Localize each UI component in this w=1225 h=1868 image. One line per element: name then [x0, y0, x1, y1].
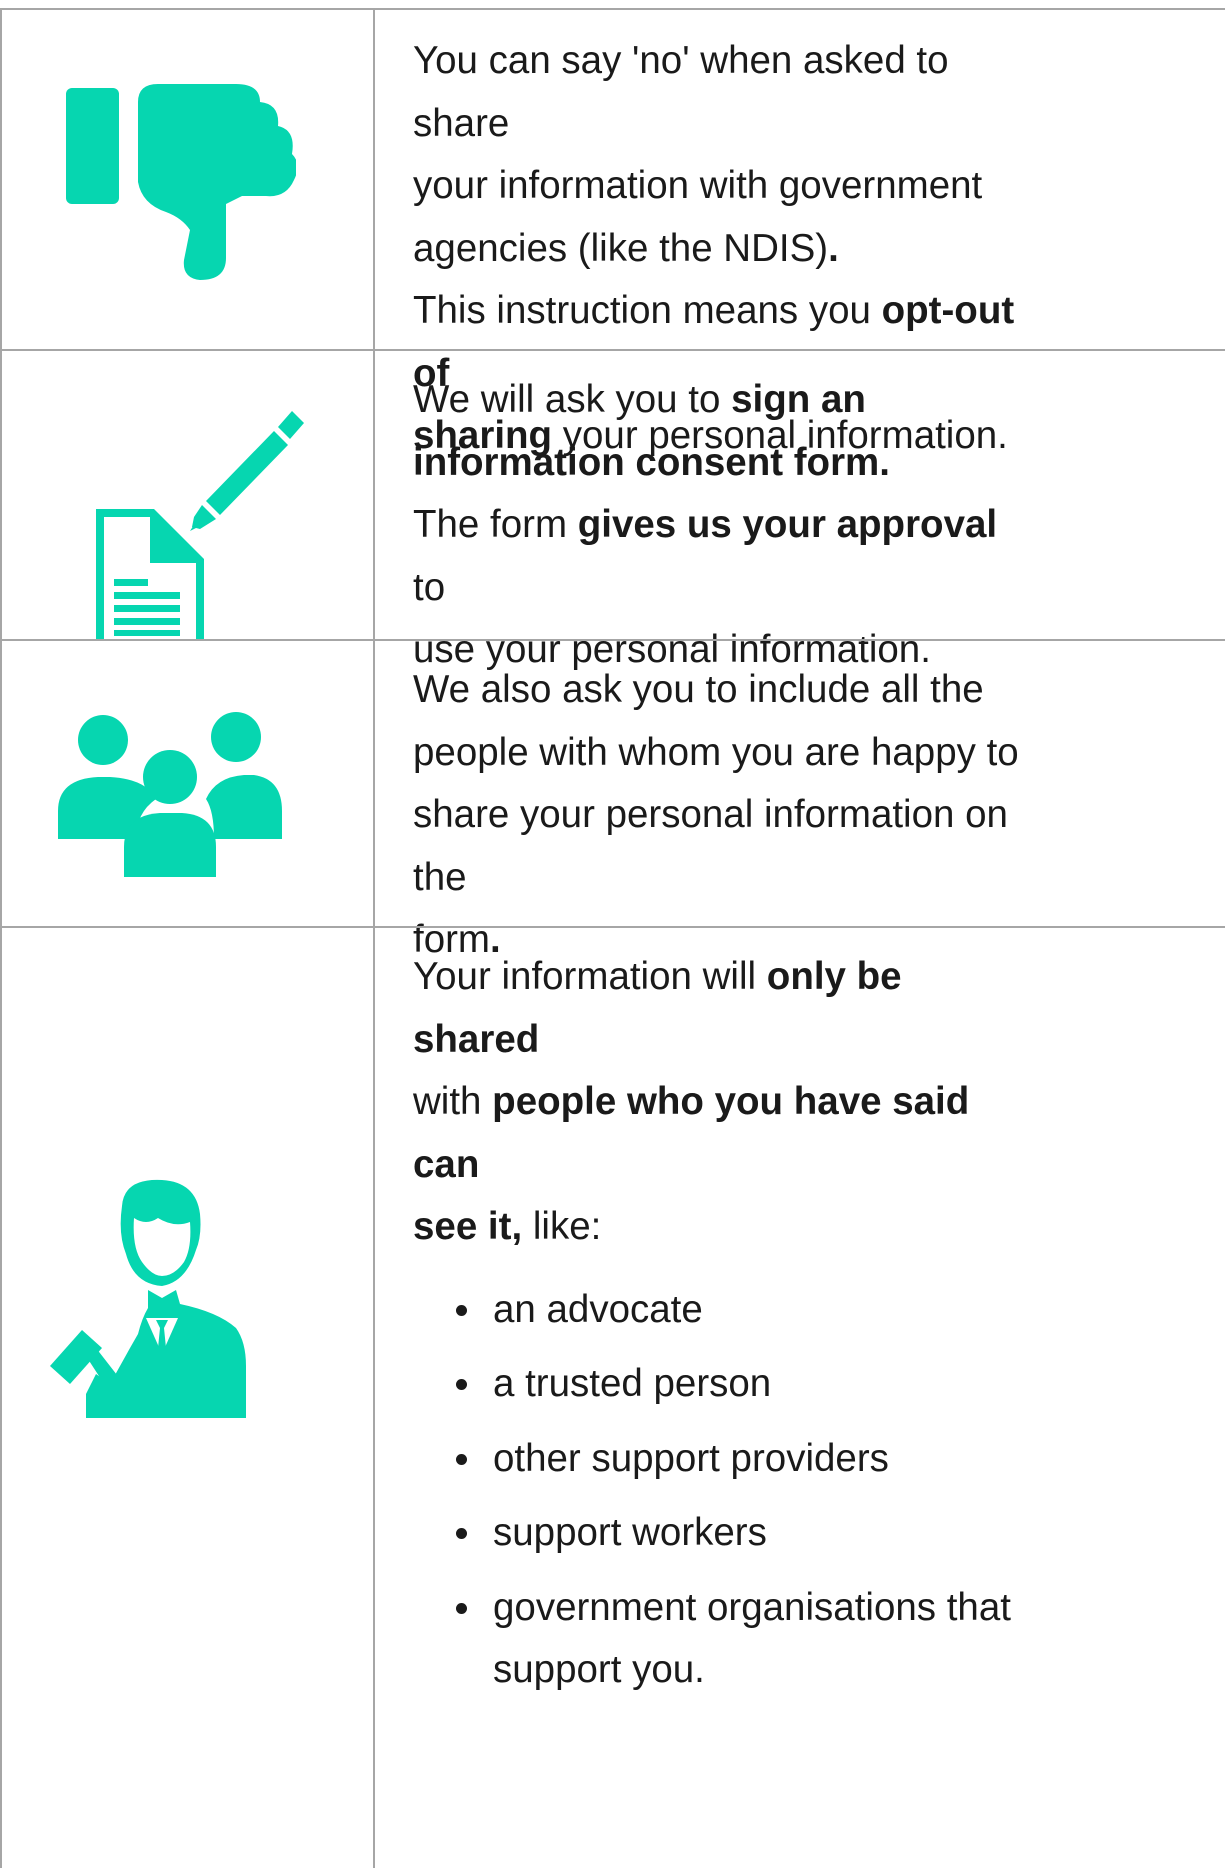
text-run: We will ask you to: [413, 378, 732, 421]
text-line: with people who you have said can: [413, 1071, 1033, 1196]
table-row: We will ask you to sign an information co…: [0, 349, 1225, 671]
list-item: other support providers: [413, 1428, 1033, 1491]
group-people-icon: [58, 712, 282, 877]
advocate-person-icon: [50, 1179, 246, 1418]
row-intro: Your information will only be shared with…: [413, 946, 1033, 1259]
list-item: government organisations that support yo…: [413, 1577, 1013, 1702]
text-line: agencies (like the NDIS).: [413, 218, 1033, 281]
icon-cell: [0, 641, 373, 926]
bold-text: .: [828, 226, 839, 270]
list-item: a trusted person: [413, 1353, 1033, 1416]
text-line: share your personal information on the: [413, 784, 1033, 909]
text-line: Your information will only be shared: [413, 946, 1033, 1071]
table-row: You can say 'no' when asked to share your…: [0, 8, 1225, 457]
text-line: information consent form.: [413, 432, 1033, 495]
text-line: You can say 'no' when asked to share: [413, 30, 1033, 155]
row-text: We also ask you to include all the people…: [413, 659, 1033, 972]
easy-read-table: You can say 'no' when asked to share your…: [0, 8, 1225, 1866]
table-row: Your information will only be shared with…: [0, 926, 1225, 1866]
text-run: agencies (like the NDIS): [413, 226, 829, 270]
text-run: The form: [413, 503, 578, 546]
text-line: The form gives us your approval to: [413, 494, 1033, 619]
table-row: We also ask you to include all the people…: [0, 639, 1225, 961]
text-run: Your information will: [413, 955, 767, 998]
list-item: an advocate: [413, 1279, 1033, 1342]
bold-text: people who you have said can: [413, 1080, 970, 1186]
icon-cell: [0, 351, 373, 641]
text-run: your information with government: [413, 164, 983, 207]
text-run: share your personal information on the: [413, 793, 1008, 899]
bold-text: sign an: [731, 378, 866, 421]
list-item: support workers: [413, 1502, 1033, 1565]
row-text: Your information will only be shared with…: [413, 946, 1033, 1714]
text-run: We also ask you to include all the: [413, 668, 984, 711]
bold-text: see it,: [413, 1205, 523, 1248]
text-run: with: [413, 1080, 493, 1123]
text-run: to: [413, 565, 446, 609]
column-divider: [373, 8, 375, 1868]
text-run: This instruction means you: [413, 289, 882, 332]
text-line: your information with government: [413, 155, 1033, 218]
row-text: We will ask you to sign an information co…: [413, 369, 1033, 682]
text-run: You can say 'no' when asked to share: [413, 39, 949, 145]
sign-document-icon: [96, 411, 304, 641]
bold-text: information consent form.: [413, 440, 890, 484]
text-line: We will ask you to sign an: [413, 369, 1033, 432]
text-line: people with whom you are happy to: [413, 722, 1033, 785]
text-line: We also ask you to include all the: [413, 659, 1033, 722]
sharing-list: an advocate a trusted person other suppo…: [413, 1279, 1033, 1702]
icon-cell: [0, 928, 373, 1866]
bold-text: gives us your approval: [577, 503, 998, 546]
text-line: see it, like:: [413, 1196, 1033, 1259]
icon-cell: [0, 10, 373, 349]
text-run: people with whom you are happy to: [413, 730, 1019, 774]
thumbs-down-icon: [66, 84, 296, 280]
text-run: like:: [522, 1205, 602, 1248]
